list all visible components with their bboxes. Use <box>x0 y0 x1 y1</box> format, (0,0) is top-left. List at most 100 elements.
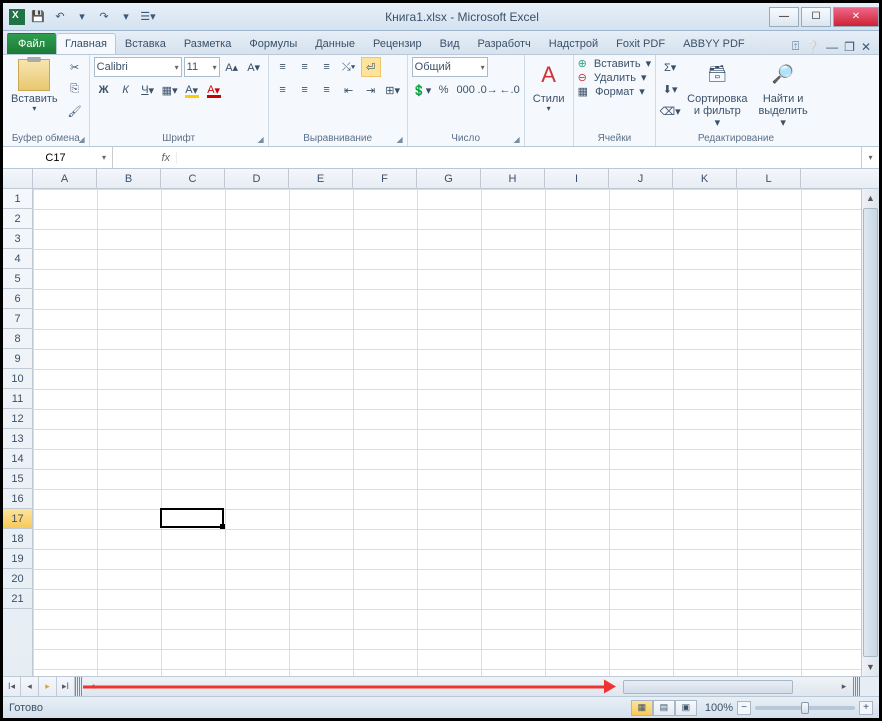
align-bottom-button[interactable]: ≡ <box>317 57 337 77</box>
row-header-6[interactable]: 6 <box>3 289 32 309</box>
border-button[interactable]: ▦▾ <box>160 80 180 100</box>
row-header-11[interactable]: 11 <box>3 389 32 409</box>
tab-review[interactable]: Рецензир <box>364 33 431 54</box>
insert-cells-button[interactable]: ⊕ Вставить ▾ <box>578 57 652 70</box>
column-header-I[interactable]: I <box>545 169 609 188</box>
tab-view[interactable]: Вид <box>431 33 469 54</box>
workbook-min-icon[interactable]: — <box>826 40 838 54</box>
hsplit-handle[interactable] <box>853 677 861 696</box>
tab-layout[interactable]: Разметка <box>175 33 241 54</box>
percent-button[interactable]: % <box>434 80 454 100</box>
column-header-L[interactable]: L <box>737 169 801 188</box>
maximize-button[interactable]: ☐ <box>801 7 831 27</box>
number-format-combo[interactable]: Общий▾ <box>412 57 488 77</box>
minimize-ribbon-icon[interactable]: ⍐ <box>792 39 799 54</box>
autosum-button[interactable]: Σ▾ <box>660 57 680 77</box>
align-left-button[interactable]: ≡ <box>273 80 293 100</box>
fx-button[interactable]: fx <box>113 152 177 164</box>
column-header-F[interactable]: F <box>353 169 417 188</box>
column-header-C[interactable]: C <box>161 169 225 188</box>
styles-button[interactable]: A Стили▾ <box>529 57 569 116</box>
format-painter-button[interactable]: 🖌 <box>65 101 85 121</box>
zoom-level[interactable]: 100% <box>705 702 733 714</box>
row-header-17[interactable]: 17 <box>3 509 32 529</box>
tab-data[interactable]: Данные <box>306 33 364 54</box>
format-cells-button[interactable]: ▦ Формат ▾ <box>578 85 645 98</box>
hscroll-thumb[interactable] <box>623 680 793 694</box>
tab-abbyy[interactable]: ABBYY PDF <box>674 33 754 54</box>
expand-formula-bar[interactable]: ▾ <box>861 147 879 168</box>
scroll-down-arrow[interactable]: ▼ <box>862 658 879 676</box>
row-header-2[interactable]: 2 <box>3 209 32 229</box>
row-header-20[interactable]: 20 <box>3 569 32 589</box>
wrap-text-button[interactable]: ⏎ <box>361 57 381 77</box>
find-select-button[interactable]: 🔎 Найти и выделить▾ <box>755 57 812 131</box>
excel-icon[interactable] <box>9 9 25 25</box>
workbook-close-icon[interactable]: ✕ <box>861 40 871 54</box>
copy-button[interactable]: ⎘ <box>65 79 85 99</box>
row-header-7[interactable]: 7 <box>3 309 32 329</box>
page-break-view-button[interactable]: ▣ <box>675 700 697 716</box>
save-button[interactable]: 💾 <box>29 8 47 26</box>
vscroll-thumb[interactable] <box>863 208 878 657</box>
delete-cells-button[interactable]: ⊖ Удалить ▾ <box>578 71 647 84</box>
comma-button[interactable]: 000 <box>456 80 476 100</box>
align-top-button[interactable]: ≡ <box>273 57 293 77</box>
dec-indent-button[interactable]: ⇤ <box>339 80 359 100</box>
zoom-slider[interactable] <box>755 706 855 710</box>
row-header-16[interactable]: 16 <box>3 489 32 509</box>
inc-indent-button[interactable]: ⇥ <box>361 80 381 100</box>
tab-split-handle[interactable] <box>75 677 83 696</box>
column-header-A[interactable]: A <box>33 169 97 188</box>
grow-font-button[interactable]: A▴ <box>222 57 242 77</box>
italic-button[interactable]: К <box>116 80 136 100</box>
next-sheet-button[interactable]: ▸ <box>39 677 57 696</box>
row-header-12[interactable]: 12 <box>3 409 32 429</box>
page-layout-view-button[interactable]: ▤ <box>653 700 675 716</box>
number-launcher[interactable]: ◢ <box>513 135 519 144</box>
row-header-9[interactable]: 9 <box>3 349 32 369</box>
row-header-21[interactable]: 21 <box>3 589 32 609</box>
orientation-button[interactable]: ⤯▾ <box>339 57 359 77</box>
help-icon[interactable]: ❔ <box>805 40 820 54</box>
sort-filter-button[interactable]: 🗃 Сортировка и фильтр▾ <box>683 57 751 131</box>
currency-button[interactable]: 💲▾ <box>412 80 432 100</box>
font-color-button[interactable]: A▾ <box>204 80 224 100</box>
column-header-E[interactable]: E <box>289 169 353 188</box>
row-header-4[interactable]: 4 <box>3 249 32 269</box>
tab-insert[interactable]: Вставка <box>116 33 175 54</box>
minimize-button[interactable]: — <box>769 7 799 27</box>
tab-home[interactable]: Главная <box>56 33 116 54</box>
tab-formulas[interactable]: Формулы <box>240 33 306 54</box>
shrink-font-button[interactable]: A▾ <box>244 57 264 77</box>
bold-button[interactable]: Ж <box>94 80 114 100</box>
align-middle-button[interactable]: ≡ <box>295 57 315 77</box>
zoom-out-button[interactable]: − <box>737 701 751 715</box>
row-header-3[interactable]: 3 <box>3 229 32 249</box>
active-cell[interactable] <box>160 508 224 528</box>
paste-button[interactable]: Вставить▾ <box>7 57 62 116</box>
zoom-in-button[interactable]: + <box>859 701 873 715</box>
cells-area[interactable] <box>33 189 861 676</box>
row-header-5[interactable]: 5 <box>3 269 32 289</box>
clear-button[interactable]: ⌫▾ <box>660 101 680 121</box>
workbook-restore-icon[interactable]: ❐ <box>844 40 855 54</box>
select-all-corner[interactable] <box>3 169 33 188</box>
font-launcher[interactable]: ◢ <box>257 135 263 144</box>
align-right-button[interactable]: ≡ <box>317 80 337 100</box>
column-header-H[interactable]: H <box>481 169 545 188</box>
tab-addins[interactable]: Надстрой <box>540 33 607 54</box>
name-box[interactable]: C17▾ <box>3 147 113 168</box>
row-header-13[interactable]: 13 <box>3 429 32 449</box>
close-button[interactable]: ✕ <box>833 7 879 27</box>
qat-dd1[interactable]: ▾ <box>73 8 91 26</box>
inc-decimal-button[interactable]: .0→ <box>478 80 498 100</box>
merge-button[interactable]: ⊞▾ <box>383 80 403 100</box>
last-sheet-button[interactable]: ▸I <box>57 677 75 696</box>
column-header-K[interactable]: K <box>673 169 737 188</box>
undo-button[interactable]: ↶ <box>51 8 69 26</box>
normal-view-button[interactable]: ▦ <box>631 700 653 716</box>
scroll-up-arrow[interactable]: ▲ <box>862 189 879 207</box>
row-header-19[interactable]: 19 <box>3 549 32 569</box>
row-header-14[interactable]: 14 <box>3 449 32 469</box>
